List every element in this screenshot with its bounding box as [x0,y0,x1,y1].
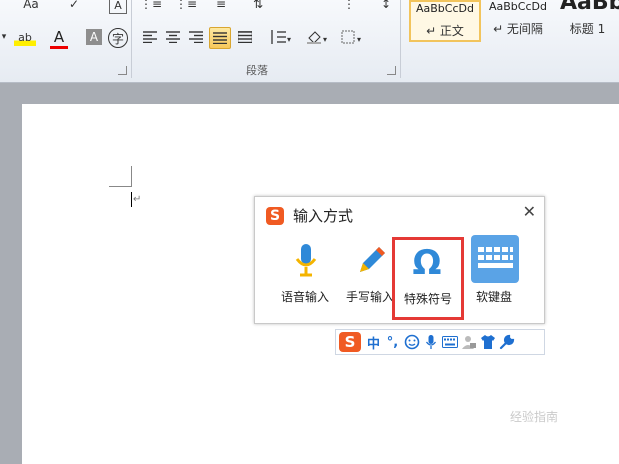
align-left-icon[interactable] [141,28,159,46]
style-preview: AaBbCcDd [416,2,474,15]
paragraph-dialog-launcher[interactable] [387,66,396,75]
shirt-icon[interactable] [478,332,497,352]
special-symbols-option[interactable]: Ω 特殊符号 [392,237,464,320]
user-icon[interactable] [459,332,478,352]
svg-text:Ω: Ω [413,243,442,282]
justify-icon[interactable] [209,27,231,49]
close-icon[interactable]: ✕ [523,202,536,221]
option-label: 特殊符号 [403,292,452,306]
ribbon: Aa ✓ A ⋮≡ ⋮≡ ≡ ⇅ ⋮ ↕ ▾ ab A A 字 ▾ ▾ ▾ 段落… [0,0,619,83]
group-separator [400,0,401,78]
dropdown-arrow-icon[interactable]: ▾ [0,28,8,46]
option-label: 语音输入 [280,290,329,304]
keyboard-icon[interactable] [440,332,459,352]
borders-icon[interactable]: ▾ [340,28,366,46]
ime-toolbar: S 中 °, [335,329,545,355]
show-marks-button[interactable]: ↕ [378,0,394,12]
voice-input-option[interactable]: 语音输入 [272,235,338,315]
svg-text:▾: ▾ [357,35,361,44]
svg-text:▾: ▾ [323,35,327,44]
style-heading-1[interactable]: AaBb 标题 1 [556,0,619,38]
omega-icon: Ω [407,242,447,283]
numbering-button[interactable]: ⋮≡ [175,0,197,12]
svg-text:▾: ▾ [287,35,291,44]
keyboard-icon [471,235,519,283]
paragraph-group-label: 段落 [246,64,268,77]
option-label: 软键盘 [475,290,512,304]
font-dialog-launcher[interactable] [118,66,127,75]
group-separator [131,0,132,78]
style-normal[interactable]: AaBbCcDd ↵ 正文 [409,0,481,42]
pencil-icon [351,239,391,279]
distributed-align-icon[interactable] [236,28,254,46]
popup-title: 输入方式 [293,207,354,225]
font-color-button[interactable]: A [50,28,68,49]
style-name: ↵ 无间隔 [493,22,543,36]
microphone-icon [286,239,326,279]
align-center-icon[interactable] [164,28,182,46]
sogou-logo: S [266,207,284,225]
text-cursor [131,192,132,207]
input-method-popup: S 输入方式 ✕ 语音输入 手写输入 Ω 特殊符号 软键盘 [254,196,545,324]
sort-button[interactable]: ⋮ [340,0,358,12]
align-right-icon[interactable] [187,28,205,46]
watermark: 经验指南 [510,410,559,424]
multilevel-list-button[interactable]: ≡ [210,0,232,12]
smiley-icon[interactable] [402,332,421,352]
wrench-icon[interactable] [497,332,516,352]
enclose-char-button[interactable]: 字 [108,28,128,48]
style-name: 标题 1 [569,22,606,36]
chinese-mode-toggle[interactable]: 中 [364,332,383,352]
shading-icon[interactable]: ▾ [306,28,332,46]
crop-mark [109,186,131,187]
microphone-icon[interactable] [421,332,440,352]
font-size-button[interactable]: Aa [20,0,42,12]
paragraph-mark: ↵ [133,194,142,205]
line-spacing-icon[interactable]: ▾ [268,28,292,46]
punctuation-toggle[interactable]: °, [383,332,402,352]
char-shading-button[interactable]: A [86,29,102,45]
sogou-logo[interactable]: S [336,332,364,352]
char-border-button[interactable]: A [109,0,127,14]
bullets-button[interactable]: ⋮≡ [140,0,162,12]
soft-keyboard-option[interactable]: 软键盘 [461,235,527,315]
style-no-spacing[interactable]: AaBbCcDd ↵ 无间隔 [482,0,554,38]
indent-button[interactable]: ⇅ [247,0,269,12]
style-preview: AaBb [560,0,619,15]
crop-mark [131,166,132,187]
style-preview: AaBbCcDd [489,0,547,13]
highlight-button[interactable]: ab [14,28,36,46]
style-name: ↵ 正文 [426,24,464,38]
text-effect-button[interactable]: ✓ [66,0,82,12]
